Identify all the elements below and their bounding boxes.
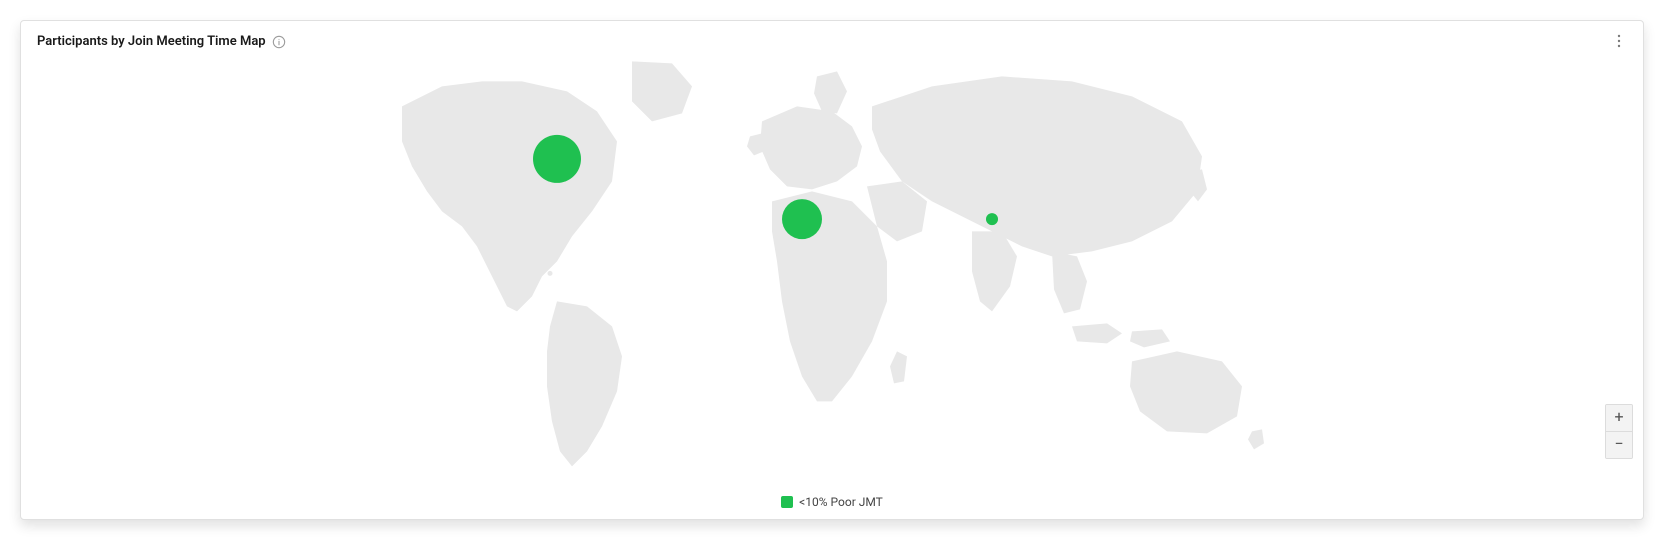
map-marker[interactable]: [986, 213, 998, 225]
more-options-icon[interactable]: [1611, 33, 1627, 49]
zoom-in-button[interactable]: +: [1606, 405, 1632, 431]
title-wrap: Participants by Join Meeting Time Map: [37, 34, 286, 49]
zoom-out-button[interactable]: −: [1606, 431, 1632, 458]
legend-swatch: [781, 496, 793, 508]
card-title: Participants by Join Meeting Time Map: [37, 34, 266, 49]
map-legend: <10% Poor JMT: [21, 495, 1643, 509]
legend-label: <10% Poor JMT: [799, 495, 883, 509]
map-card: Participants by Join Meeting Time Map: [20, 20, 1644, 520]
card-header: Participants by Join Meeting Time Map: [37, 33, 1627, 49]
world-map[interactable]: + −: [21, 61, 1643, 489]
info-icon[interactable]: [272, 34, 286, 48]
map-marker[interactable]: [782, 199, 822, 239]
zoom-controls: + −: [1605, 404, 1633, 459]
map-marker[interactable]: [533, 135, 581, 183]
